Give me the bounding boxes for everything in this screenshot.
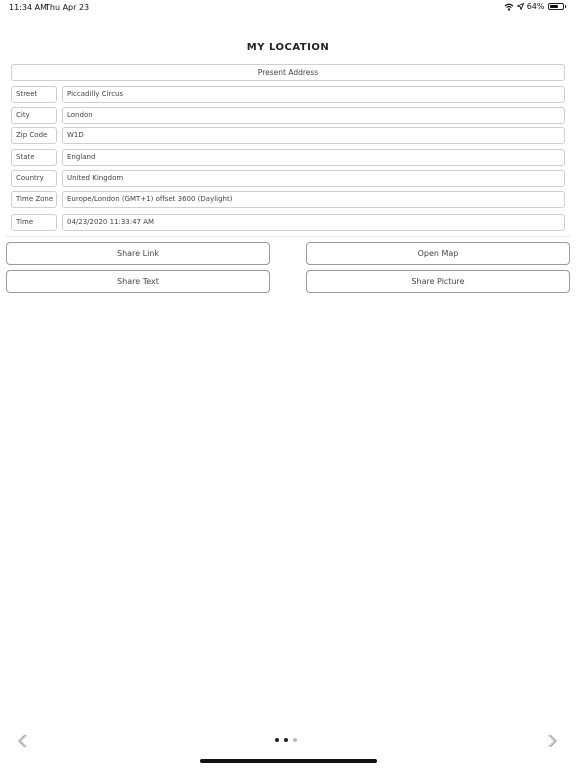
status-bar: 11:34 AM Thu Apr 23 64%	[0, 0, 576, 14]
wifi-icon	[504, 3, 514, 11]
page-title: MY LOCATION	[246, 42, 330, 53]
present-address-header: Present Address	[11, 64, 565, 81]
page-dot-2[interactable]	[284, 738, 288, 742]
field-label-zip: Zip Code	[11, 127, 57, 144]
location-arrow-icon	[516, 3, 524, 10]
field-value-zip[interactable]: W1D	[62, 127, 565, 144]
field-row-state: State England	[11, 149, 565, 166]
field-value-city[interactable]: London	[62, 107, 565, 124]
field-label-time: Time	[11, 214, 57, 231]
field-label-state: State	[11, 149, 57, 166]
field-label-timezone: Time Zone	[11, 191, 57, 208]
field-value-street[interactable]: Piccadilly Circus	[62, 86, 565, 103]
share-link-button[interactable]: Share Link	[6, 242, 270, 265]
status-date: Thu Apr 23	[45, 3, 90, 12]
home-indicator[interactable]	[200, 759, 377, 763]
battery-tip	[564, 5, 566, 8]
field-row-city: City London	[11, 107, 565, 124]
battery-text: 64%	[526, 2, 545, 11]
page-dot-3[interactable]	[293, 738, 297, 742]
page-dot-1[interactable]	[275, 738, 279, 742]
field-label-street: Street	[11, 86, 57, 103]
field-row-street: Street Piccadilly Circus	[11, 86, 565, 103]
status-right: 64%	[504, 2, 566, 11]
share-picture-button[interactable]: Share Picture	[306, 270, 570, 293]
field-row-zip: Zip Code W1D	[11, 127, 565, 144]
field-value-country[interactable]: United Kingdom	[62, 170, 565, 187]
status-time: 11:34 AM	[9, 3, 47, 12]
field-row-country: Country United Kingdom	[11, 170, 565, 187]
field-value-state[interactable]: England	[62, 149, 565, 166]
chevron-left-icon[interactable]	[16, 733, 28, 749]
share-text-button[interactable]: Share Text	[6, 270, 270, 293]
chevron-right-icon[interactable]	[547, 733, 559, 749]
field-row-timezone: Time Zone Europe/London (GMT+1) offset 3…	[11, 191, 565, 208]
battery-icon	[547, 3, 564, 10]
field-row-time: Time 04/23/2020 11:33:47 AM	[11, 214, 565, 231]
field-value-time[interactable]: 04/23/2020 11:33:47 AM	[62, 214, 565, 231]
field-value-timezone[interactable]: Europe/London (GMT+1) offset 3600 (Dayli…	[62, 191, 565, 208]
field-label-city: City	[11, 107, 57, 124]
page-indicator[interactable]	[275, 738, 297, 742]
divider	[6, 236, 570, 237]
open-map-button[interactable]: Open Map	[306, 242, 570, 265]
field-label-country: Country	[11, 170, 57, 187]
